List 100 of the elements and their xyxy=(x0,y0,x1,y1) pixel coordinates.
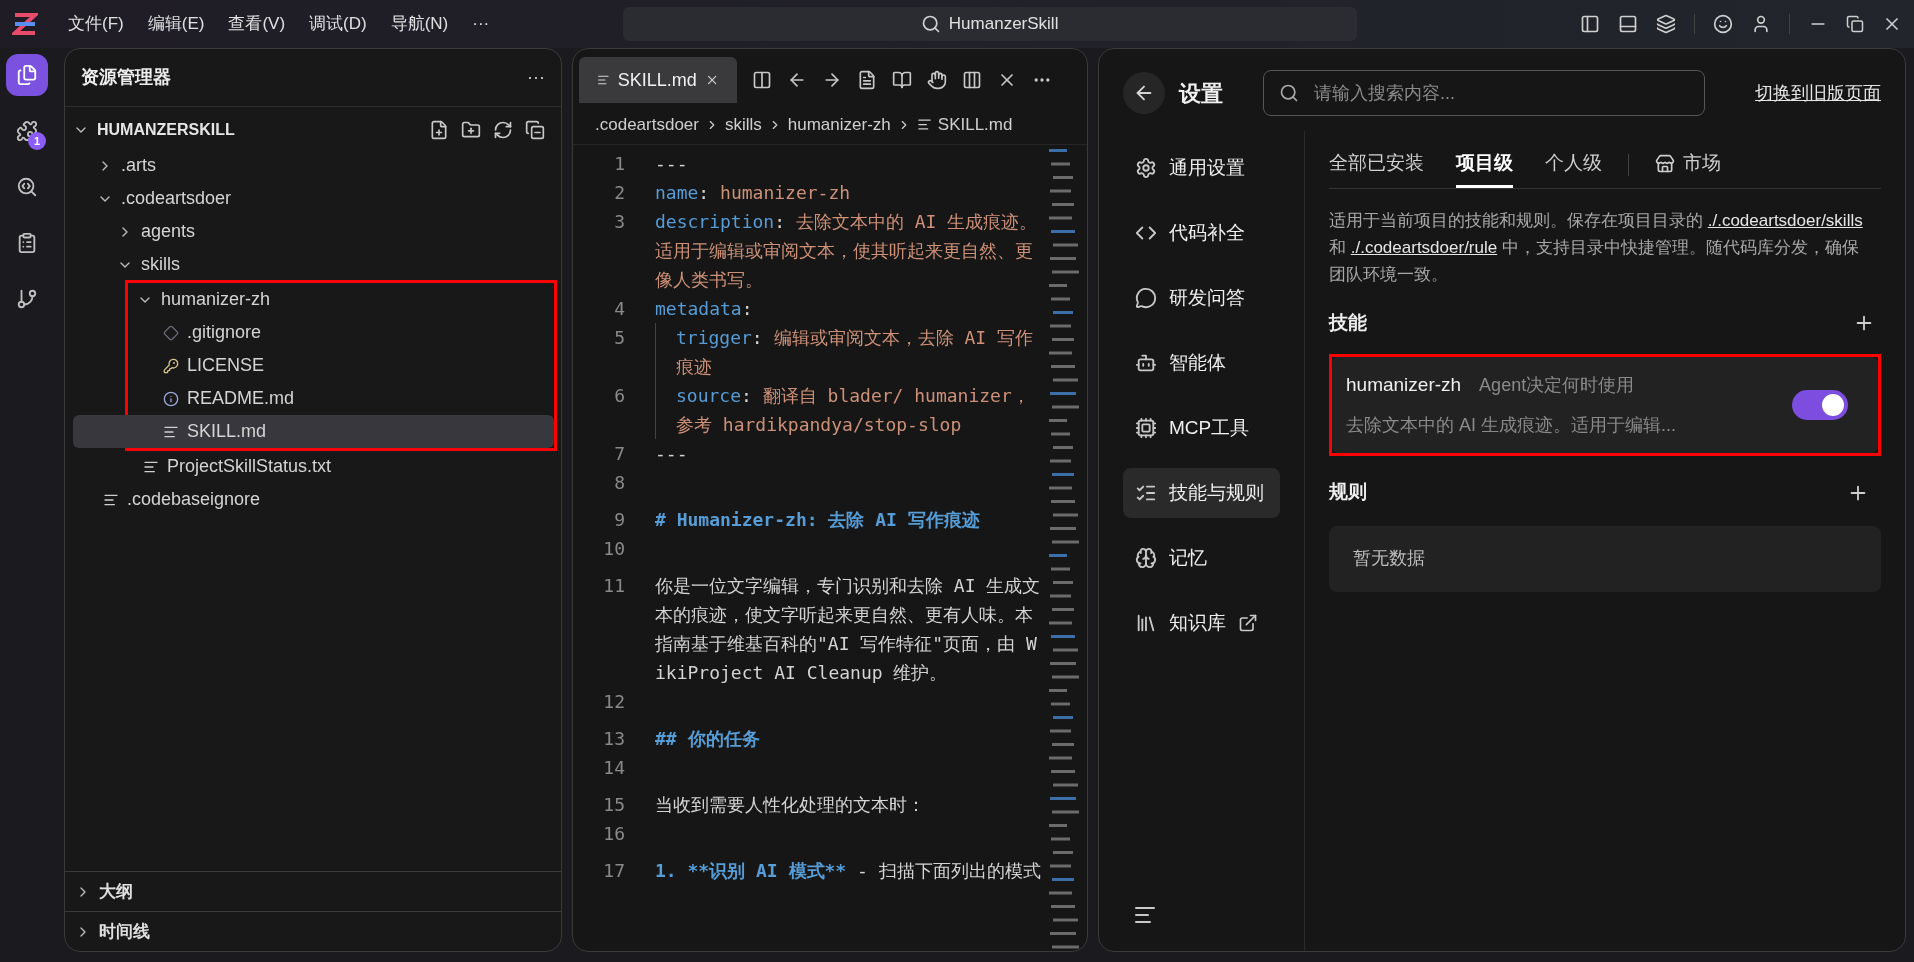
menu-item[interactable]: 编辑(E) xyxy=(137,11,215,37)
back-button[interactable] xyxy=(1123,72,1165,114)
menu-item[interactable]: ··· xyxy=(462,11,500,37)
code-line: source: 翻译自 blader/ humanizer，参考 hardikpandya/stop-slop xyxy=(676,385,1030,435)
chip-icon xyxy=(1135,417,1157,439)
tree-item[interactable]: skills xyxy=(73,248,557,281)
section-header[interactable]: 大纲 xyxy=(65,871,561,911)
settings-nav-item[interactable]: 代码补全 xyxy=(1123,208,1280,258)
line-number: 2 xyxy=(613,181,625,205)
info-icon xyxy=(163,390,179,407)
code-line: 1. **识别 AI 模式** - 扫描下面列出的模式 xyxy=(655,860,1041,881)
settings-nav-item[interactable]: 知识库 xyxy=(1123,598,1280,648)
empty-state: 暂无数据 xyxy=(1329,525,1881,592)
settings-nav-item[interactable]: 通用设置 xyxy=(1123,143,1280,193)
settings-nav-item[interactable]: 技能与规则 xyxy=(1123,468,1280,518)
settings-title: 设置 xyxy=(1179,79,1224,108)
breadcrumb-item[interactable]: humanizer-zh xyxy=(787,111,891,138)
line-number: 6 xyxy=(613,384,625,408)
collapse-icon[interactable] xyxy=(525,120,545,140)
path-link[interactable]: ./.codeartsdoer/skills xyxy=(1707,211,1863,230)
code-line: name: humanizer-zh xyxy=(655,182,851,203)
refresh-icon[interactable] xyxy=(493,120,513,140)
activity-button[interactable] xyxy=(6,54,48,96)
skill-card[interactable]: humanizer-zh Agent决定何时使用 去除文本中的 AI 生成痕迹。适用于编辑... xyxy=(1332,357,1878,453)
settings-nav-item[interactable]: 智能体 xyxy=(1123,338,1280,388)
breadcrumb-item[interactable]: skills xyxy=(724,111,762,138)
settings-nav-item[interactable]: 记忆 xyxy=(1123,533,1280,583)
tree-item[interactable]: .arts xyxy=(73,149,557,182)
tree-item[interactable]: SKILL.md xyxy=(73,415,554,448)
menu-item[interactable]: 调试(D) xyxy=(299,11,377,37)
restore-icon[interactable] xyxy=(1846,15,1864,33)
settings-nav-item[interactable]: MCP工具 xyxy=(1123,403,1280,453)
book-icon[interactable] xyxy=(892,70,912,90)
toggle-switch[interactable] xyxy=(1792,389,1848,420)
app-logo-icon xyxy=(12,11,38,37)
breadcrumb-item[interactable]: SKILL.md xyxy=(937,111,1013,138)
menu-item[interactable]: 查看(V) xyxy=(218,11,296,37)
code-line: description: 去除文本中的 AI 生成痕迹。适用于编辑或审阅文本，使其听起来更自然、更像人类书写。 xyxy=(655,211,1038,290)
code-line: 你是一位文字编辑，专门识别和去除 AI 生成文本的痕迹，使文字听起来更自然、更有人味。本指南基于维基百科的"AI 写作特征"页面，由 WikiProject AI Cleanup 维护。 xyxy=(655,575,1041,683)
tree-item[interactable]: agents xyxy=(73,215,557,248)
tree-item[interactable]: LICENSE xyxy=(73,349,554,382)
search-icon xyxy=(16,176,38,198)
activity-button[interactable]: 1 xyxy=(6,110,48,152)
more-button[interactable]: ··· xyxy=(527,64,545,91)
workspace-title[interactable]: HUMANZERSKILL xyxy=(97,118,429,142)
bot-icon xyxy=(1135,352,1157,374)
skill-mode: Agent决定何时使用 xyxy=(1479,374,1635,397)
new-folder-icon[interactable] xyxy=(461,120,481,140)
search-icon xyxy=(920,14,941,34)
gear-icon xyxy=(1135,157,1157,179)
section-header[interactable]: 时间线 xyxy=(65,911,561,951)
layers-icon[interactable] xyxy=(1656,14,1676,34)
editor-tab[interactable]: SKILL.md xyxy=(579,57,737,103)
user-icon[interactable] xyxy=(1751,14,1771,34)
settings-tab[interactable]: 个人级 xyxy=(1545,142,1602,188)
menu-item[interactable]: 文件(F) xyxy=(58,11,134,37)
tree-item[interactable]: ProjectSkillStatus.txt xyxy=(73,450,557,483)
tree-item[interactable]: README.md xyxy=(73,382,554,415)
new-file-icon[interactable] xyxy=(429,120,449,140)
path-link[interactable]: ./.codeartsdoer/rule xyxy=(1350,238,1498,257)
diamond-icon xyxy=(163,324,179,341)
tree-item[interactable]: .gitignore xyxy=(73,316,554,349)
document-icon[interactable] xyxy=(857,70,877,90)
line-number: 14 xyxy=(602,756,625,780)
tree-item[interactable]: .codebaseignore xyxy=(73,483,557,516)
settings-search-field[interactable]: 请输入搜索内容... xyxy=(1263,70,1705,116)
line-number: 11 xyxy=(602,574,625,598)
split-icon[interactable] xyxy=(962,70,982,90)
panel-left-icon[interactable] xyxy=(1580,14,1600,34)
line-number: 16 xyxy=(602,822,625,846)
settings-tab[interactable]: 全部已安装 xyxy=(1329,142,1424,188)
settings-tab[interactable]: 市场 xyxy=(1655,142,1721,188)
panel-bottom-icon[interactable] xyxy=(1618,14,1638,34)
line-number: 9 xyxy=(613,508,625,532)
code-line: --- xyxy=(655,443,688,464)
settings-tab[interactable]: 项目级 xyxy=(1456,142,1513,188)
line-number: 17 xyxy=(602,859,625,883)
line-number: 13 xyxy=(602,727,625,751)
command-search-field[interactable]: HumanzerSkill xyxy=(622,7,1357,41)
switch-link[interactable]: 切换到旧版页面 xyxy=(1755,79,1881,107)
key-icon xyxy=(163,357,179,374)
hand-icon[interactable] xyxy=(927,70,947,90)
compare-icon[interactable] xyxy=(752,70,772,90)
section-title: 技能 xyxy=(1329,310,1367,335)
code-line: 当收到需要人性化处理的文本时： xyxy=(655,794,925,815)
clipboard-icon xyxy=(16,232,38,254)
line-number: 7 xyxy=(613,442,625,466)
tree-item[interactable]: .codeartsdoer xyxy=(73,182,557,215)
chat-icon xyxy=(1135,287,1157,309)
skill-description: 去除文本中的 AI 生成痕迹。适用于编辑... xyxy=(1346,413,1677,437)
files-icon xyxy=(16,64,38,86)
smile-icon[interactable] xyxy=(1713,14,1733,34)
settings-nav-item[interactable]: 研发问答 xyxy=(1123,273,1280,323)
code-line: ## 你的任务 xyxy=(655,728,760,749)
line-number: 15 xyxy=(602,793,625,817)
menu-item[interactable]: 导航(N) xyxy=(380,11,459,37)
description-text: 适用于当前项目的技能和规则。保存在项目目录的 ./.codeartsdoer/skills 和 ./.codeartsdoer/rule 中，支持目录中快捷管理。随代码库分发，确保团队环境一致。 xyxy=(1329,210,1864,286)
line-number: 4 xyxy=(613,297,625,321)
breadcrumb-item[interactable]: .codeartsdoer xyxy=(595,111,699,138)
tree-item[interactable]: humanizer-zh xyxy=(73,283,554,316)
